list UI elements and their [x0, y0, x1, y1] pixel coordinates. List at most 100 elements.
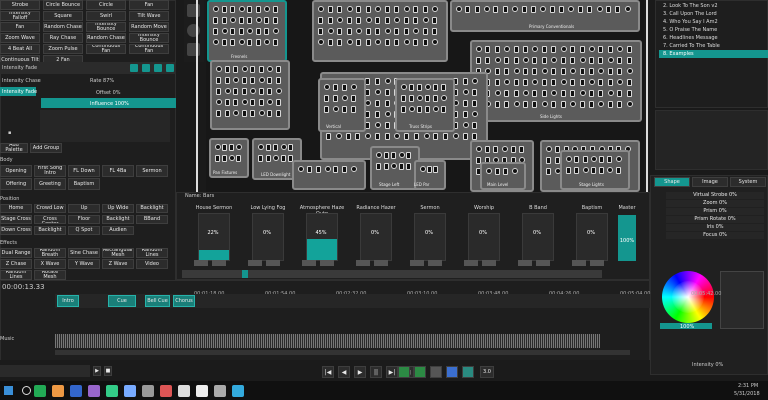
fx-list-item[interactable]: Intensity Fade	[2, 89, 37, 95]
fixture[interactable]	[579, 79, 585, 86]
fixture[interactable]	[221, 28, 228, 34]
taskbar-app-icon[interactable]	[52, 385, 64, 397]
fixture[interactable]	[374, 78, 380, 85]
fixture[interactable]	[384, 100, 390, 107]
fixture[interactable]	[222, 144, 227, 151]
timeline-clip[interactable]: Cue	[108, 295, 136, 307]
fixture[interactable]	[432, 6, 439, 12]
timeline-clip[interactable]: Chorus	[173, 295, 195, 307]
fixture[interactable]	[365, 133, 371, 139]
preset-button[interactable]: BBand	[136, 215, 168, 224]
fader-right-arrow[interactable]	[374, 260, 388, 266]
fixture[interactable]	[617, 57, 623, 64]
fixture[interactable]	[247, 17, 252, 24]
timeline-clip[interactable]: Intro	[57, 295, 79, 307]
taskbar-app-icon[interactable]	[142, 385, 154, 397]
fixture[interactable]	[551, 101, 557, 108]
preset-button[interactable]: Continuous Fan	[86, 44, 126, 54]
fixture[interactable]	[590, 167, 596, 174]
fixture[interactable]	[221, 17, 227, 24]
fixture[interactable]	[579, 57, 586, 63]
fixture[interactable]	[570, 57, 576, 64]
fixture[interactable]	[422, 17, 429, 23]
fader-right-arrow[interactable]	[590, 260, 604, 266]
attribute-prop[interactable]: Virtual Strobe 0%	[666, 192, 764, 199]
fixture[interactable]	[413, 17, 419, 24]
fixture[interactable]	[546, 146, 552, 152]
timeline-tool-button[interactable]	[462, 366, 474, 378]
fixture[interactable]	[605, 6, 611, 13]
fixture[interactable]	[384, 111, 391, 117]
fixture[interactable]	[230, 17, 236, 23]
fixture[interactable]	[443, 133, 448, 140]
fixture[interactable]	[236, 155, 241, 162]
fixture[interactable]	[376, 163, 381, 170]
fixture[interactable]	[365, 28, 371, 35]
preset-button[interactable]: Floor	[68, 215, 100, 224]
fixture[interactable]	[374, 100, 380, 107]
fader-left-arrow[interactable]	[356, 260, 370, 266]
fixture[interactable]	[247, 39, 252, 46]
fixture[interactable]	[255, 28, 261, 35]
fixture[interactable]	[384, 89, 390, 96]
fixture[interactable]	[599, 156, 605, 163]
taskbar-app-icon[interactable]	[106, 385, 118, 397]
fixture[interactable]	[230, 28, 235, 35]
fixture[interactable]	[549, 6, 555, 13]
preset-button[interactable]: Zoom Wave	[0, 33, 40, 43]
fixture[interactable]	[494, 68, 500, 75]
fixture[interactable]	[384, 6, 390, 13]
fixture[interactable]	[420, 166, 426, 172]
preset-button[interactable]: Sermon	[136, 165, 168, 177]
fader-channel[interactable]: B Band 0%	[510, 205, 566, 267]
preset-button[interactable]: Random Chase	[86, 33, 126, 43]
fixture[interactable]	[559, 6, 565, 13]
fixture[interactable]	[476, 57, 481, 64]
fixture[interactable]	[551, 90, 558, 96]
fixture[interactable]	[384, 133, 390, 140]
fixture[interactable]	[356, 6, 362, 13]
fixture[interactable]	[342, 84, 347, 91]
fixture[interactable]	[484, 6, 491, 12]
fixture[interactable]	[422, 39, 428, 46]
attribute-tab[interactable]: Shape	[654, 177, 690, 187]
fixture[interactable]	[546, 168, 551, 175]
fixture[interactable]	[626, 46, 632, 53]
preset-button[interactable]: Random Move	[129, 22, 169, 32]
fixture[interactable]	[598, 46, 604, 53]
master-fader[interactable]: Master 100%	[616, 205, 638, 267]
preset-button[interactable]: Random Chase	[43, 22, 83, 32]
fixture[interactable]	[384, 122, 390, 129]
fixture[interactable]	[494, 101, 500, 108]
fixture[interactable]	[560, 57, 566, 64]
fixture[interactable]	[532, 79, 539, 85]
fixture[interactable]	[452, 133, 459, 139]
preset-button[interactable]: Continuous Fan	[129, 44, 169, 54]
fixture[interactable]	[333, 166, 339, 173]
preset-button[interactable]: 4 Beat All	[0, 44, 40, 54]
fader-track[interactable]	[198, 213, 230, 261]
fixture[interactable]	[422, 6, 428, 13]
preset-button[interactable]: Stage Cross	[0, 215, 32, 224]
fixture[interactable]	[255, 17, 262, 23]
taskbar-app-icon[interactable]	[88, 385, 100, 397]
fixture[interactable]	[462, 100, 468, 107]
fixture[interactable]	[484, 146, 490, 153]
preset-button[interactable]: Intensity Bounce	[129, 33, 169, 43]
fixture[interactable]	[351, 95, 356, 102]
fixture[interactable]	[577, 6, 583, 13]
fixture[interactable]	[258, 77, 265, 83]
fixture[interactable]	[374, 122, 381, 128]
fixture[interactable]	[409, 84, 414, 91]
fixture[interactable]	[570, 101, 577, 107]
fixture[interactable]	[607, 90, 614, 96]
fixture[interactable]	[570, 79, 576, 86]
fixture[interactable]	[598, 90, 604, 97]
fixture[interactable]	[238, 39, 245, 45]
fixture[interactable]	[599, 167, 605, 174]
fixture[interactable]	[394, 133, 401, 139]
fixture[interactable]	[607, 79, 613, 86]
fixture[interactable]	[250, 77, 255, 84]
fixture[interactable]	[275, 88, 282, 94]
fixture[interactable]	[258, 88, 264, 95]
